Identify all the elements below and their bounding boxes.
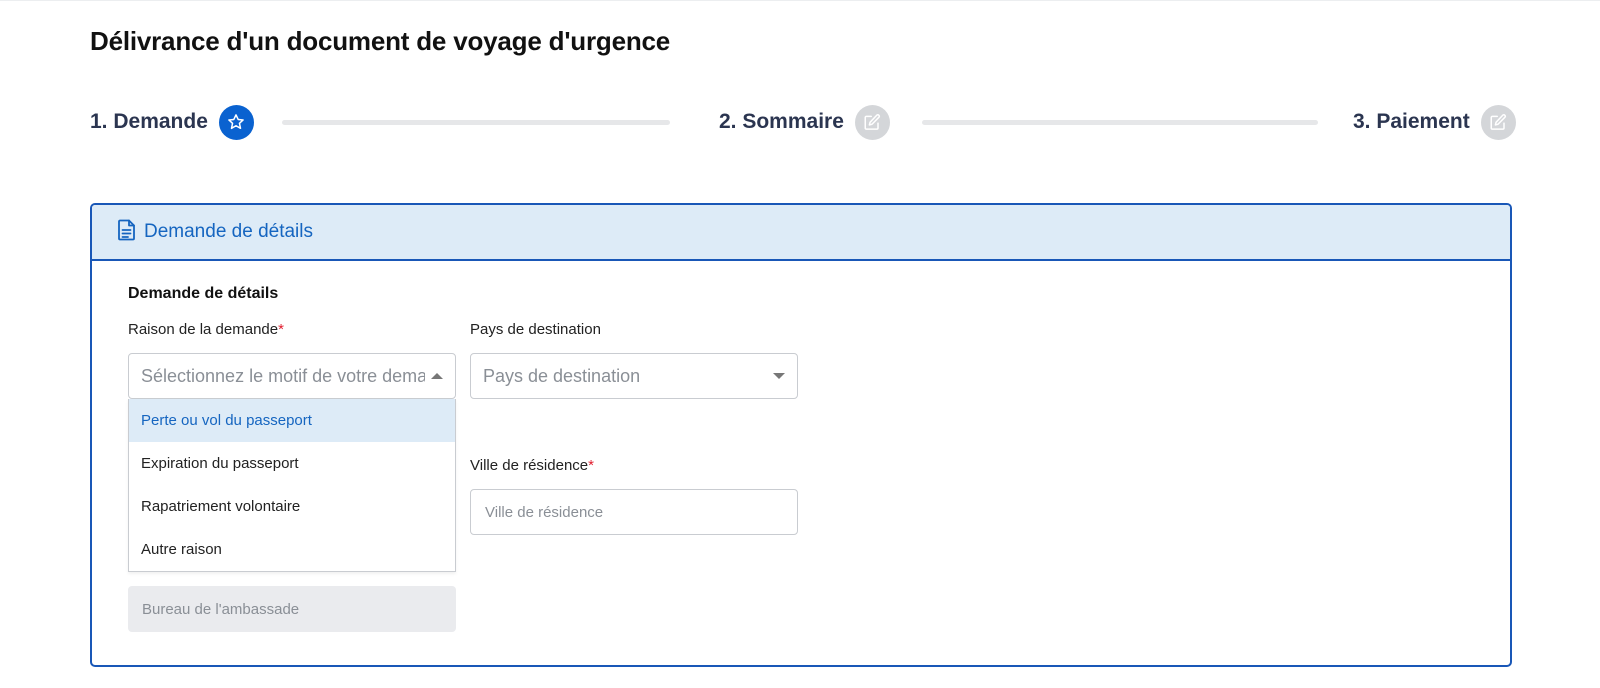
card-header[interactable]: Demande de détails: [92, 205, 1510, 261]
page-title: Délivrance d'un document de voyage d'urg…: [90, 26, 671, 56]
reason-option-repatriation[interactable]: Rapatriement volontaire: [129, 485, 455, 528]
step-sommaire[interactable]: 2. Sommaire: [719, 104, 890, 140]
caret-up-icon: [431, 373, 443, 379]
step-demande[interactable]: 1. Demande: [90, 104, 254, 140]
reason-select-placeholder: Sélectionnez le motif de votre demande: [141, 365, 425, 386]
reason-label: Raison de la demande*: [128, 321, 284, 338]
top-divider: [0, 0, 1600, 1]
residence-city-input[interactable]: [470, 489, 798, 535]
reason-select[interactable]: Sélectionnez le motif de votre demande: [128, 353, 456, 399]
required-mark: *: [278, 321, 284, 338]
required-mark: *: [588, 457, 594, 474]
step-label: 2. Sommaire: [719, 110, 844, 133]
star-icon: [218, 104, 254, 140]
embassy-office-field: Bureau de l'ambassade: [128, 586, 456, 632]
document-icon: [117, 219, 137, 246]
step-connector: [282, 120, 670, 125]
reason-dropdown-menu: Perte ou vol du passeport Expiration du …: [128, 399, 456, 572]
step-label: 3. Paiement: [1353, 110, 1470, 133]
step-label: 1. Demande: [90, 110, 208, 133]
reason-label-text: Raison de la demande: [128, 321, 279, 338]
reason-option-lost-stolen[interactable]: Perte ou vol du passeport: [129, 399, 455, 442]
destination-select[interactable]: Pays de destination: [470, 353, 798, 399]
reason-option-expired[interactable]: Expiration du passeport: [129, 442, 455, 485]
card-header-title: Demande de détails: [144, 221, 313, 242]
edit-icon: [854, 104, 890, 140]
section-title: Demande de détails: [128, 285, 279, 302]
reason-option-other[interactable]: Autre raison: [129, 528, 455, 571]
edit-icon: [1480, 104, 1516, 140]
destination-label: Pays de destination: [470, 321, 601, 338]
progress-stepper: 1. Demande 2. Sommaire 3. Paiement: [90, 104, 1516, 140]
destination-select-placeholder: Pays de destination: [483, 365, 641, 386]
step-paiement[interactable]: 3. Paiement: [1353, 104, 1516, 140]
residence-city-label: Ville de résidence*: [470, 457, 594, 474]
request-details-card: Demande de détails Demande de détails Ra…: [90, 203, 1512, 667]
step-connector: [922, 120, 1318, 125]
caret-down-icon: [773, 373, 785, 379]
residence-city-label-text: Ville de résidence: [470, 457, 589, 474]
